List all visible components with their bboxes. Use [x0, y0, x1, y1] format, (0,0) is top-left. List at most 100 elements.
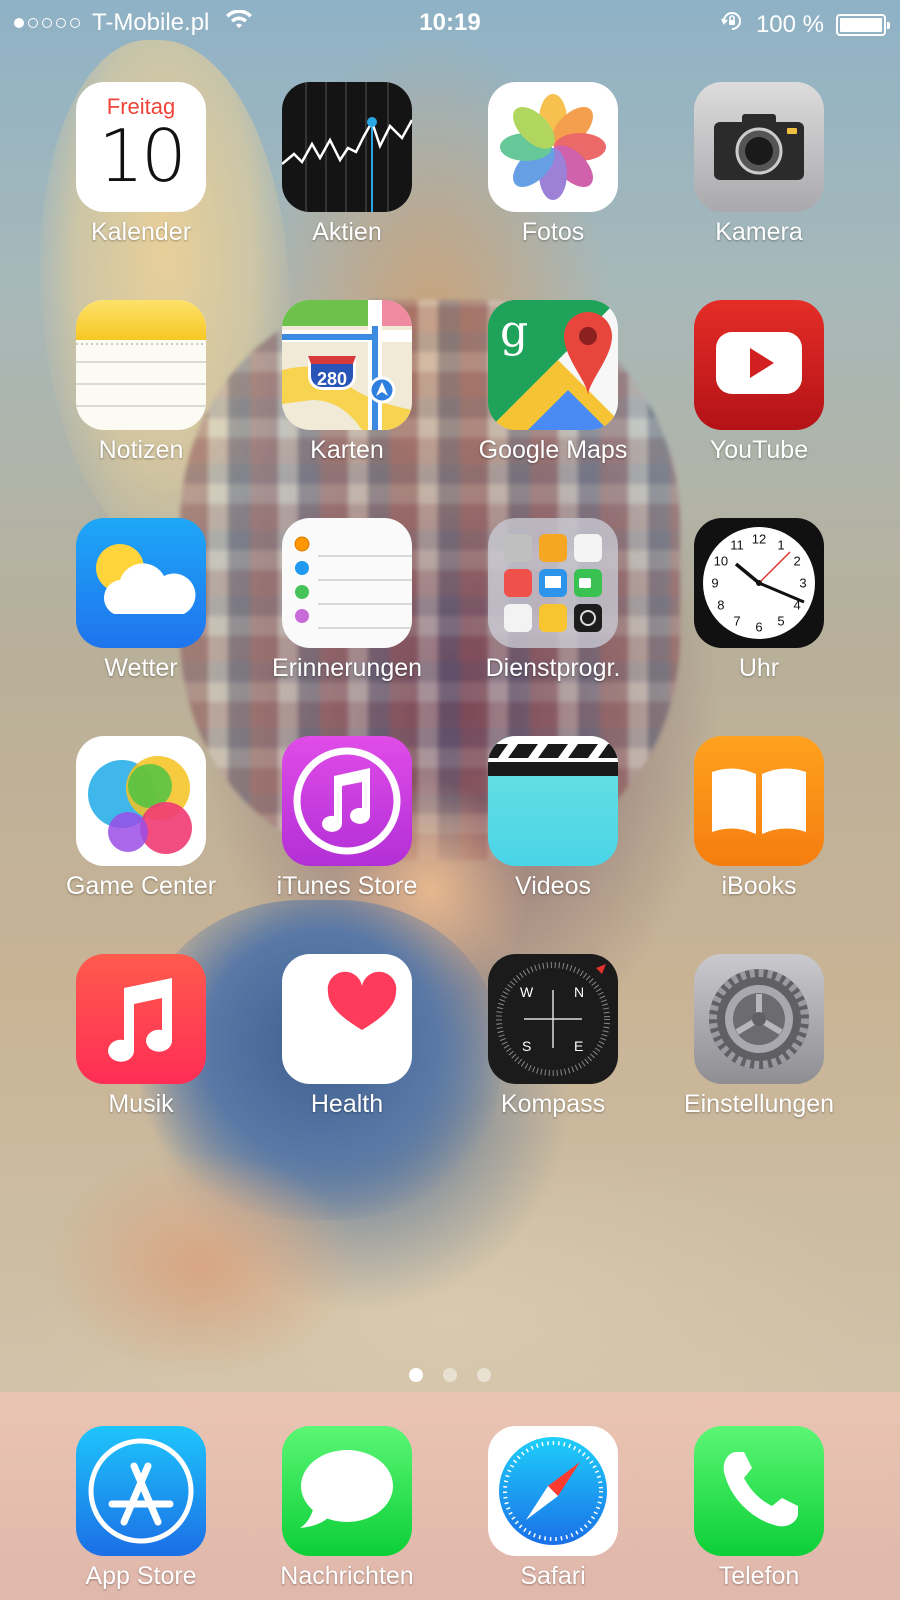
app-label: Kompass [500, 1090, 606, 1118]
page-dot[interactable] [443, 1368, 457, 1382]
battery-percent: 100 % [755, 10, 824, 38]
compass-north: N [574, 984, 585, 1000]
highway-shield: 280 [308, 356, 356, 390]
app-videos[interactable]: Videos [450, 736, 656, 901]
clock-number: 10 [714, 554, 728, 569]
compass-east: E [574, 1038, 584, 1054]
app-notizen[interactable]: Notizen [38, 300, 244, 465]
calendar-date: 10 [98, 114, 187, 198]
status-bar: T-Mobile.pl 10:19 100 % [0, 0, 900, 44]
app-label: App Store [85, 1562, 197, 1590]
app-label: Dienstprogr. [485, 654, 621, 682]
clock-number: 6 [755, 620, 762, 635]
rotation-lock-icon [720, 9, 744, 40]
itunes-store-icon [282, 736, 412, 866]
page-dot[interactable] [477, 1368, 491, 1382]
app-label: Musik [108, 1090, 174, 1118]
app-health[interactable]: Health [244, 954, 450, 1119]
dock: App Store Nachrichten Safari Telefon [0, 1392, 900, 1600]
app-einstellungen[interactable]: Einstellungen [656, 954, 862, 1119]
wallpaper-leg [40, 1150, 360, 1380]
app-youtube[interactable]: YouTube [656, 300, 862, 465]
app-label: Wetter [104, 654, 178, 682]
app-musik[interactable]: Musik [38, 954, 244, 1119]
compass-west: W [520, 984, 534, 1000]
clock-number: 7 [733, 614, 740, 629]
youtube-icon [694, 300, 824, 430]
app-wetter[interactable]: Wetter [38, 518, 244, 683]
page-indicator[interactable] [0, 1368, 900, 1382]
app-label: Aktien [312, 218, 382, 246]
messages-icon [282, 1426, 412, 1556]
compass-icon: W N S E [488, 954, 618, 1084]
app-erinnerungen[interactable]: Erinnerungen [244, 518, 450, 683]
stocks-icon [282, 82, 412, 212]
clock-number: 1 [777, 537, 784, 552]
app-label: Karten [310, 436, 384, 464]
health-icon [282, 954, 412, 1084]
app-karten[interactable]: 280 Karten [244, 300, 450, 465]
clock-number: 5 [777, 614, 784, 629]
app-label: Safari [520, 1562, 586, 1590]
settings-icon [694, 954, 824, 1084]
app-label: Kalender [90, 218, 192, 246]
app-label: iTunes Store [276, 872, 418, 900]
app-label: iBooks [721, 872, 797, 900]
app-kompass[interactable]: W N S E Kompass [450, 954, 656, 1119]
phone-icon [694, 1426, 824, 1556]
safari-icon [488, 1426, 618, 1556]
weather-icon [76, 518, 206, 648]
music-icon [76, 954, 206, 1084]
clock-number: 11 [730, 537, 744, 552]
dock-telefon[interactable]: Telefon [656, 1426, 862, 1591]
page-dot-active[interactable] [409, 1368, 423, 1382]
app-fotos[interactable]: Fotos [450, 82, 656, 247]
app-dienstprogramme[interactable]: Dienstprogr. [450, 518, 656, 683]
app-google-maps[interactable]: g Google Maps [450, 300, 656, 465]
maps-icon: 280 [282, 300, 412, 430]
app-ibooks[interactable]: iBooks [656, 736, 862, 901]
videos-icon [488, 736, 618, 866]
compass-south: S [522, 1038, 532, 1054]
calendar-icon: Freitag 10 [76, 82, 206, 212]
clock-number: 8 [717, 598, 724, 613]
clock-icon: 12 1 2 3 4 5 6 7 8 9 10 11 [694, 518, 824, 648]
app-label: Kamera [715, 218, 803, 246]
app-label: Videos [515, 872, 591, 900]
reminders-icon [282, 518, 412, 648]
app-label: Game Center [65, 872, 217, 900]
app-aktien[interactable]: Aktien [244, 82, 450, 247]
app-label: Nachrichten [280, 1562, 414, 1590]
photos-icon [488, 82, 618, 212]
app-label: Notizen [98, 436, 184, 464]
notes-icon [76, 300, 206, 430]
google-maps-icon: g [488, 300, 618, 430]
google-g-glyph: g [500, 306, 529, 357]
status-right: 100 % [720, 9, 890, 40]
app-label: Health [310, 1090, 384, 1118]
app-store-icon [76, 1426, 206, 1556]
app-label: Google Maps [478, 436, 628, 464]
app-itunes-store[interactable]: iTunes Store [244, 736, 450, 901]
app-label: Telefon [718, 1562, 800, 1590]
battery-icon [836, 13, 890, 36]
camera-icon [694, 82, 824, 212]
app-game-center[interactable]: Game Center [38, 736, 244, 901]
app-label: Einstellungen [683, 1090, 835, 1118]
app-kalender[interactable]: Freitag 10 Kalender [38, 82, 244, 247]
dock-safari[interactable]: Safari [450, 1426, 656, 1591]
clock-number: 2 [793, 554, 800, 569]
clock-number: 9 [711, 576, 718, 591]
game-center-icon [76, 736, 206, 866]
dock-nachrichten[interactable]: Nachrichten [244, 1426, 450, 1591]
app-label: Fotos [521, 218, 585, 246]
app-label: Erinnerungen [271, 654, 423, 682]
app-uhr[interactable]: 12 1 2 3 4 5 6 7 8 9 10 11 Uhr [656, 518, 862, 683]
app-label: Uhr [738, 654, 780, 682]
clock-number: 3 [799, 576, 806, 591]
app-label: YouTube [709, 436, 809, 464]
app-kamera[interactable]: Kamera [656, 82, 862, 247]
dock-app-store[interactable]: App Store [38, 1426, 244, 1591]
ibooks-icon [694, 736, 824, 866]
clock-number: 12 [752, 532, 766, 547]
